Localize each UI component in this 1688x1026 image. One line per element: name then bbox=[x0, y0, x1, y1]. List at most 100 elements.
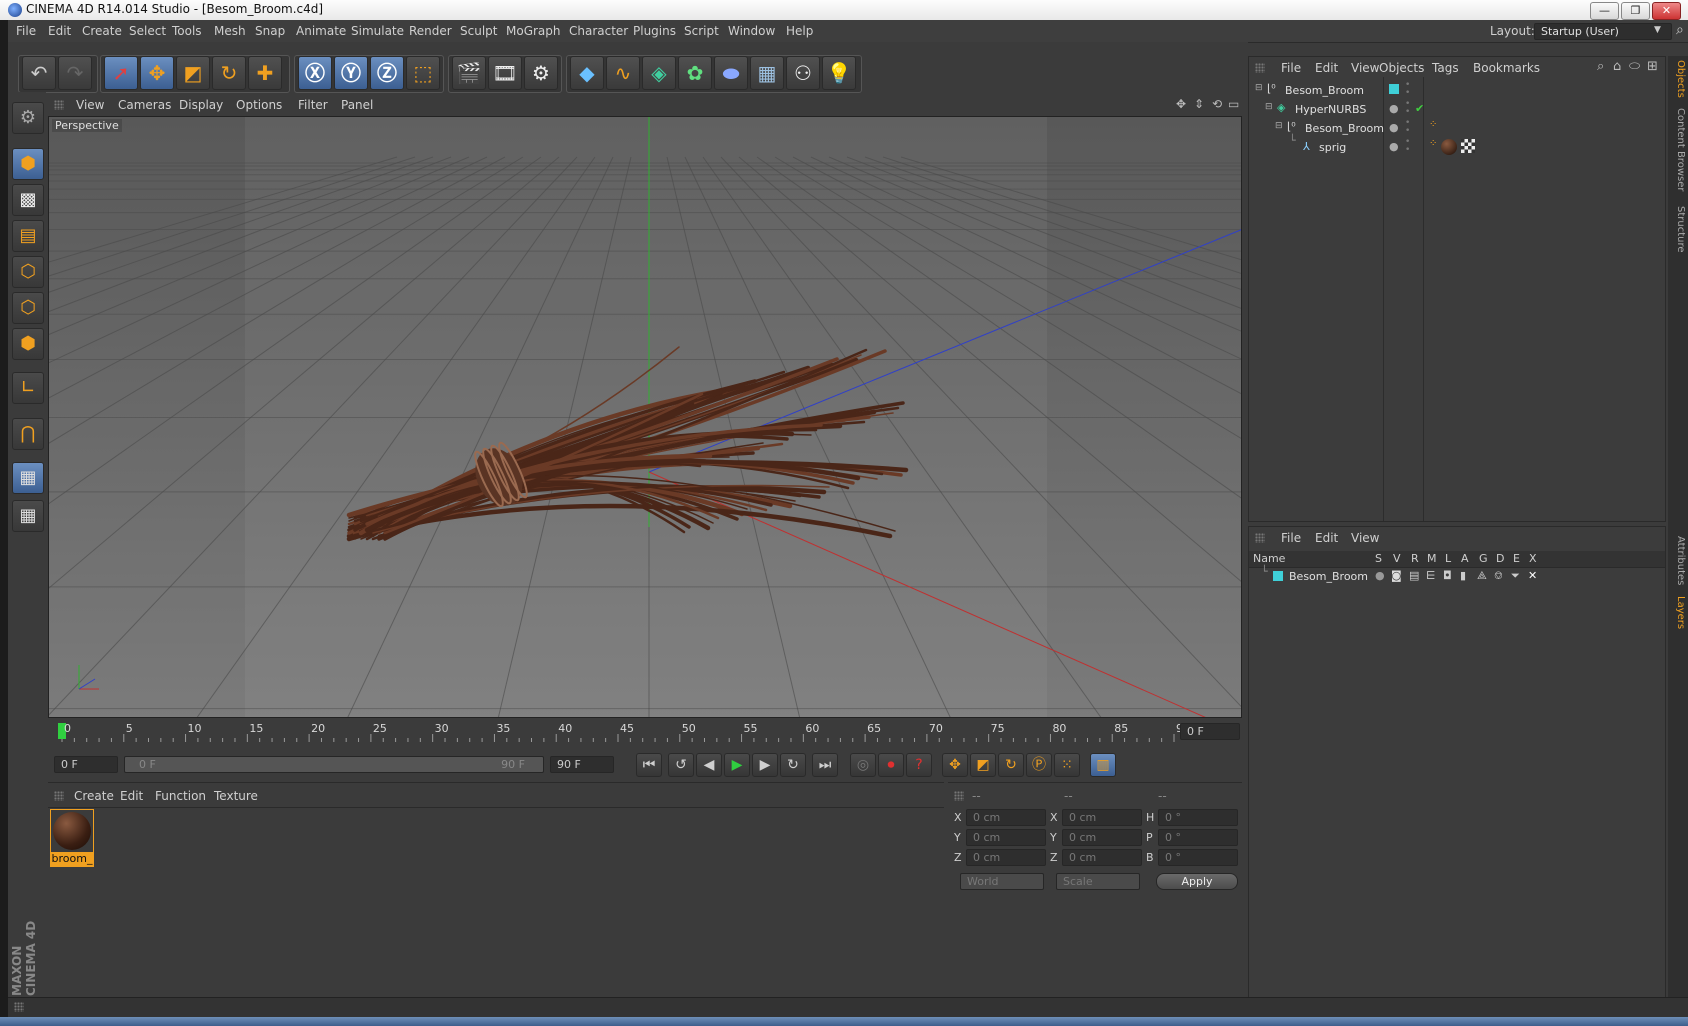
redo-icon[interactable]: ↷ bbox=[58, 56, 92, 90]
viewport-menu-filter[interactable]: Filter bbox=[298, 98, 328, 112]
coord-pos-y-field[interactable]: 0 cm bbox=[966, 829, 1046, 846]
menu-simulate[interactable]: Simulate bbox=[351, 24, 404, 38]
viewport-toggle-icon[interactable]: ▭ bbox=[1228, 97, 1239, 111]
menu-character[interactable]: Character bbox=[569, 24, 628, 38]
material-menu-edit[interactable]: Edit bbox=[120, 789, 143, 803]
objects-menu-view[interactable]: View bbox=[1351, 61, 1379, 75]
layer-col-solo[interactable]: S bbox=[1375, 552, 1382, 565]
viewport-menu-view[interactable]: View bbox=[76, 98, 104, 112]
rotation-key-icon[interactable]: ↻ bbox=[998, 753, 1024, 777]
menu-sculpt[interactable]: Sculpt bbox=[460, 24, 497, 38]
coord-size-z-field[interactable]: 0 cm bbox=[1062, 849, 1142, 866]
y-axis-icon[interactable]: Ⓨ bbox=[334, 56, 368, 90]
layer-col-render[interactable]: R bbox=[1411, 552, 1419, 565]
viewport-menu-display[interactable]: Display bbox=[179, 98, 223, 112]
layer-render-icon[interactable]: ▤ bbox=[1409, 569, 1419, 582]
render-settings-icon[interactable]: ⚙ bbox=[524, 56, 558, 90]
menu-script[interactable]: Script bbox=[684, 24, 719, 38]
model-mode-icon[interactable]: ⬢ bbox=[12, 148, 44, 180]
layer-col-animation[interactable]: A bbox=[1461, 552, 1469, 565]
layer-col-generators[interactable]: G bbox=[1479, 552, 1488, 565]
keyframe-selection-icon[interactable]: ? bbox=[906, 753, 932, 777]
enabled-check-icon[interactable]: ✔ bbox=[1415, 102, 1424, 115]
end-frame-field[interactable]: 90 F bbox=[550, 756, 614, 773]
collapse-icon[interactable]: ⊟ bbox=[1265, 102, 1273, 112]
layer-color-swatch[interactable] bbox=[1389, 84, 1399, 94]
edges-mode-icon[interactable]: ⬡ bbox=[12, 292, 44, 324]
coord-scale-select[interactable]: Scale bbox=[1056, 873, 1140, 890]
menu-animate[interactable]: Animate bbox=[296, 24, 346, 38]
make-editable-icon[interactable]: ⚙ bbox=[12, 102, 44, 134]
object-row[interactable]: ⊟ ⌊⁰ Besom_Broom ● • • ⁘ bbox=[1249, 119, 1665, 138]
frame-range-slider[interactable]: 0 F 90 F bbox=[124, 756, 544, 773]
layer-generator-icon[interactable]: ⟁ bbox=[1477, 569, 1487, 583]
scale-key-icon[interactable]: ◩ bbox=[970, 753, 996, 777]
layers-menu-file[interactable]: File bbox=[1281, 531, 1301, 545]
menu-help[interactable]: Help bbox=[786, 24, 813, 38]
viewport-zoom-icon[interactable]: ⇕ bbox=[1194, 97, 1204, 111]
light-icon[interactable]: 💡 bbox=[822, 56, 856, 90]
tab-layers[interactable]: Layers bbox=[1670, 596, 1686, 629]
objects-menu-bookmarks[interactable]: Bookmarks bbox=[1473, 61, 1540, 75]
z-axis-icon[interactable]: Ⓩ bbox=[370, 56, 404, 90]
points-mode-icon[interactable]: ⬡ bbox=[12, 256, 44, 288]
search-icon[interactable]: ⌕ bbox=[1676, 22, 1684, 38]
viewport-rotate-icon[interactable]: ⟲ bbox=[1212, 97, 1222, 111]
menu-plugins[interactable]: Plugins bbox=[633, 24, 676, 38]
objects-menu-edit[interactable]: Edit bbox=[1315, 61, 1338, 75]
viewport-pan-icon[interactable]: ✥ bbox=[1176, 97, 1186, 111]
layer-dot-icon[interactable]: ● bbox=[1389, 102, 1399, 115]
material-menu-function[interactable]: Function bbox=[155, 789, 206, 803]
visibility-dots-icon[interactable]: • • bbox=[1405, 100, 1410, 117]
coord-pos-z-field[interactable]: 0 cm bbox=[966, 849, 1046, 866]
collapse-icon[interactable]: ⊟ bbox=[1275, 121, 1283, 131]
floor-icon[interactable]: ▦ bbox=[750, 56, 784, 90]
layers-menu-edit[interactable]: Edit bbox=[1315, 531, 1338, 545]
layers-menu-view[interactable]: View bbox=[1351, 531, 1379, 545]
coordinates-grip[interactable] bbox=[954, 791, 964, 801]
phong-tag-icon[interactable]: ⁘ bbox=[1429, 119, 1437, 130]
layer-col-xref[interactable]: X bbox=[1529, 552, 1537, 565]
material-menu-texture[interactable]: Texture bbox=[214, 789, 258, 803]
layer-lock-icon[interactable]: ◘ bbox=[1443, 569, 1452, 582]
x-axis-icon[interactable]: Ⓧ bbox=[298, 56, 332, 90]
objects-menu-tags[interactable]: Tags bbox=[1432, 61, 1459, 75]
tab-objects[interactable]: Objects bbox=[1670, 60, 1686, 98]
workplane-lock-icon[interactable]: ▦ bbox=[12, 462, 44, 494]
layer-deformer-icon[interactable]: ⎊ bbox=[1494, 569, 1503, 583]
texture-mode-icon[interactable]: ▩ bbox=[12, 184, 44, 216]
tab-content-browser[interactable]: Content Browser bbox=[1670, 108, 1686, 191]
record-active-objects-icon[interactable]: ◎ bbox=[850, 753, 876, 777]
menu-render[interactable]: Render bbox=[409, 24, 452, 38]
layer-dot-icon[interactable]: ● bbox=[1389, 140, 1399, 153]
workplane-mode-icon[interactable]: ▤ bbox=[12, 220, 44, 252]
layer-color-swatch[interactable] bbox=[1273, 571, 1283, 581]
go-to-previous-key-icon[interactable]: ↺ bbox=[668, 753, 694, 777]
cube-primitive-icon[interactable]: ◆ bbox=[570, 56, 604, 90]
layer-animation-icon[interactable]: ▮ bbox=[1460, 569, 1466, 582]
visibility-dots-icon[interactable]: • • bbox=[1405, 119, 1410, 136]
tab-structure[interactable]: Structure bbox=[1670, 206, 1686, 253]
object-row[interactable]: ⊟ ◈ HyperNURBS ● • • ✔ bbox=[1249, 100, 1665, 119]
render-picture-viewer-icon[interactable]: 🎞 bbox=[488, 56, 522, 90]
viewport-grip[interactable] bbox=[54, 100, 64, 110]
step-forward-icon[interactable]: ▶ bbox=[752, 753, 778, 777]
menu-create[interactable]: Create bbox=[82, 24, 122, 38]
layer-col-locked[interactable]: L bbox=[1445, 552, 1451, 565]
coord-pos-x-field[interactable]: 0 cm bbox=[966, 809, 1046, 826]
visibility-dots-icon[interactable]: • • bbox=[1405, 138, 1410, 155]
layer-col-expressions[interactable]: E bbox=[1513, 552, 1520, 565]
layers-grip[interactable] bbox=[1255, 533, 1265, 543]
go-to-next-key-icon[interactable]: ↻ bbox=[780, 753, 806, 777]
array-icon[interactable]: ✿ bbox=[678, 56, 712, 90]
position-key-icon[interactable]: ✥ bbox=[942, 753, 968, 777]
menu-edit[interactable]: Edit bbox=[48, 24, 71, 38]
layer-col-view[interactable]: V bbox=[1393, 552, 1401, 565]
layer-manager-icon[interactable]: ⋿ bbox=[1426, 569, 1436, 582]
minimize-button[interactable]: — bbox=[1590, 2, 1619, 20]
render-view-icon[interactable]: 🎬 bbox=[452, 56, 486, 90]
objects-new-view-icon[interactable]: ⊞ bbox=[1647, 59, 1658, 74]
move-icon[interactable]: ✥ bbox=[140, 56, 174, 90]
objects-menu-file[interactable]: File bbox=[1281, 61, 1301, 75]
menu-mograph[interactable]: MoGraph bbox=[506, 24, 561, 38]
